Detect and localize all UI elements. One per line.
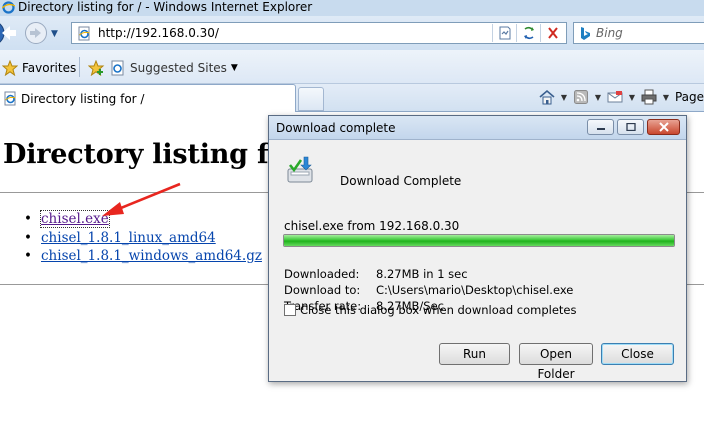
minimize-button[interactable] xyxy=(587,119,614,135)
refresh-icon[interactable] xyxy=(520,25,538,41)
dialog-title: Download complete xyxy=(276,121,396,135)
file-link-chisel-windows-gz[interactable]: chisel_1.8.1_windows_amd64.gz xyxy=(41,248,262,264)
minimize-icon xyxy=(596,128,605,130)
search-box[interactable] xyxy=(573,22,704,44)
close-button[interactable]: Close xyxy=(601,343,674,365)
print-dropdown-icon[interactable]: ▼ xyxy=(660,93,672,102)
address-url[interactable]: http://192.168.0.30/ xyxy=(98,26,219,40)
page-menu[interactable]: Page xyxy=(675,90,704,104)
tab-row: Directory listing for / ▼ ▼ ▼ ▼ Page xyxy=(0,84,704,112)
download-source: chisel.exe from 192.168.0.30 xyxy=(284,219,460,233)
list-item: chisel_1.8.1_windows_amd64.gz xyxy=(24,247,262,266)
suggested-sites-button[interactable]: Suggested Sites ▼ xyxy=(88,59,238,77)
download-complete-dialog: Download complete Download Complete chis… xyxy=(268,115,687,382)
download-progress-bar xyxy=(283,234,675,247)
list-item: chisel_1.8.1_linux_amd64 xyxy=(24,229,262,248)
rss-feed-icon xyxy=(573,90,588,104)
forward-button[interactable] xyxy=(24,21,48,45)
detail-value: 8.27MB in 1 sec xyxy=(376,267,468,281)
tab-directory-listing[interactable]: Directory listing for / xyxy=(0,84,296,112)
mail-icon xyxy=(607,91,623,103)
chevron-down-icon: ▼ xyxy=(230,63,238,73)
close-when-complete-option[interactable]: Close this dialog box when download comp… xyxy=(284,303,576,317)
feeds-button[interactable] xyxy=(570,86,592,108)
annotation-arrow-icon xyxy=(102,182,181,216)
favorites-button[interactable]: Favorites xyxy=(2,59,76,77)
suggested-sites-label: Suggested Sites xyxy=(130,61,227,75)
detail-key: Downloaded: xyxy=(284,267,360,281)
address-separator xyxy=(540,24,541,42)
window-title: Directory listing for / - Windows Intern… xyxy=(18,0,313,14)
mail-dropdown-icon[interactable]: ▼ xyxy=(626,93,638,102)
printer-icon xyxy=(641,89,657,105)
address-bar[interactable]: http://192.168.0.30/ xyxy=(71,22,567,44)
home-dropdown-icon[interactable]: ▼ xyxy=(558,93,570,102)
favorites-bar: Favorites Suggested Sites ▼ xyxy=(0,50,704,84)
ie-logo-icon xyxy=(2,1,15,14)
compatibility-view-icon[interactable] xyxy=(496,25,514,41)
download-complete-icon xyxy=(287,156,313,183)
bing-icon xyxy=(581,27,590,40)
feeds-dropdown-icon[interactable]: ▼ xyxy=(592,93,604,102)
back-button[interactable] xyxy=(0,18,22,48)
detail-key: Download to: xyxy=(284,283,361,297)
maximize-icon xyxy=(625,123,636,131)
open-folder-button[interactable]: Open Folder xyxy=(519,343,593,381)
dialog-close-button[interactable] xyxy=(647,119,680,135)
read-mail-button[interactable] xyxy=(604,86,626,108)
progress-fill xyxy=(284,235,674,246)
home-icon xyxy=(539,89,555,105)
close-icon xyxy=(658,122,669,132)
maximize-button[interactable] xyxy=(617,119,644,135)
file-link-chisel-exe[interactable]: chisel.exe xyxy=(40,210,110,228)
favorites-label: Favorites xyxy=(22,61,77,75)
favorites-star-icon xyxy=(2,60,18,76)
tab-page-icon xyxy=(4,91,16,106)
home-button[interactable] xyxy=(536,86,558,108)
detail-value: C:\Users\mario\Desktop\chisel.exe xyxy=(376,283,574,297)
tab-label: Directory listing for / xyxy=(21,92,145,106)
page-icon xyxy=(78,26,90,41)
navigation-bar: ▼ http://192.168.0.30/ xyxy=(0,16,704,50)
checkbox-label: Close this dialog box when download comp… xyxy=(300,303,577,317)
suggested-sites-icon xyxy=(111,60,124,76)
print-button[interactable] xyxy=(638,86,660,108)
address-separator xyxy=(516,24,517,42)
dialog-heading: Download Complete xyxy=(340,174,462,188)
search-input[interactable] xyxy=(596,25,701,41)
favorites-separator xyxy=(79,57,80,77)
history-dropdown-icon[interactable]: ▼ xyxy=(51,29,58,39)
command-bar: ▼ ▼ ▼ ▼ Page xyxy=(536,86,704,108)
add-to-favorites-bar-icon xyxy=(88,60,105,76)
run-button[interactable]: Run xyxy=(439,343,510,365)
address-separator xyxy=(492,24,493,42)
window-titlebar: Directory listing for / - Windows Intern… xyxy=(0,0,704,16)
new-tab-button[interactable] xyxy=(298,87,324,111)
dialog-titlebar[interactable]: Download complete xyxy=(269,116,686,140)
file-link-chisel-linux[interactable]: chisel_1.8.1_linux_amd64 xyxy=(41,230,216,246)
stop-icon[interactable] xyxy=(544,25,562,41)
close-when-complete-checkbox[interactable] xyxy=(284,304,296,316)
dialog-body: Download Complete chisel.exe from 192.16… xyxy=(269,141,686,381)
